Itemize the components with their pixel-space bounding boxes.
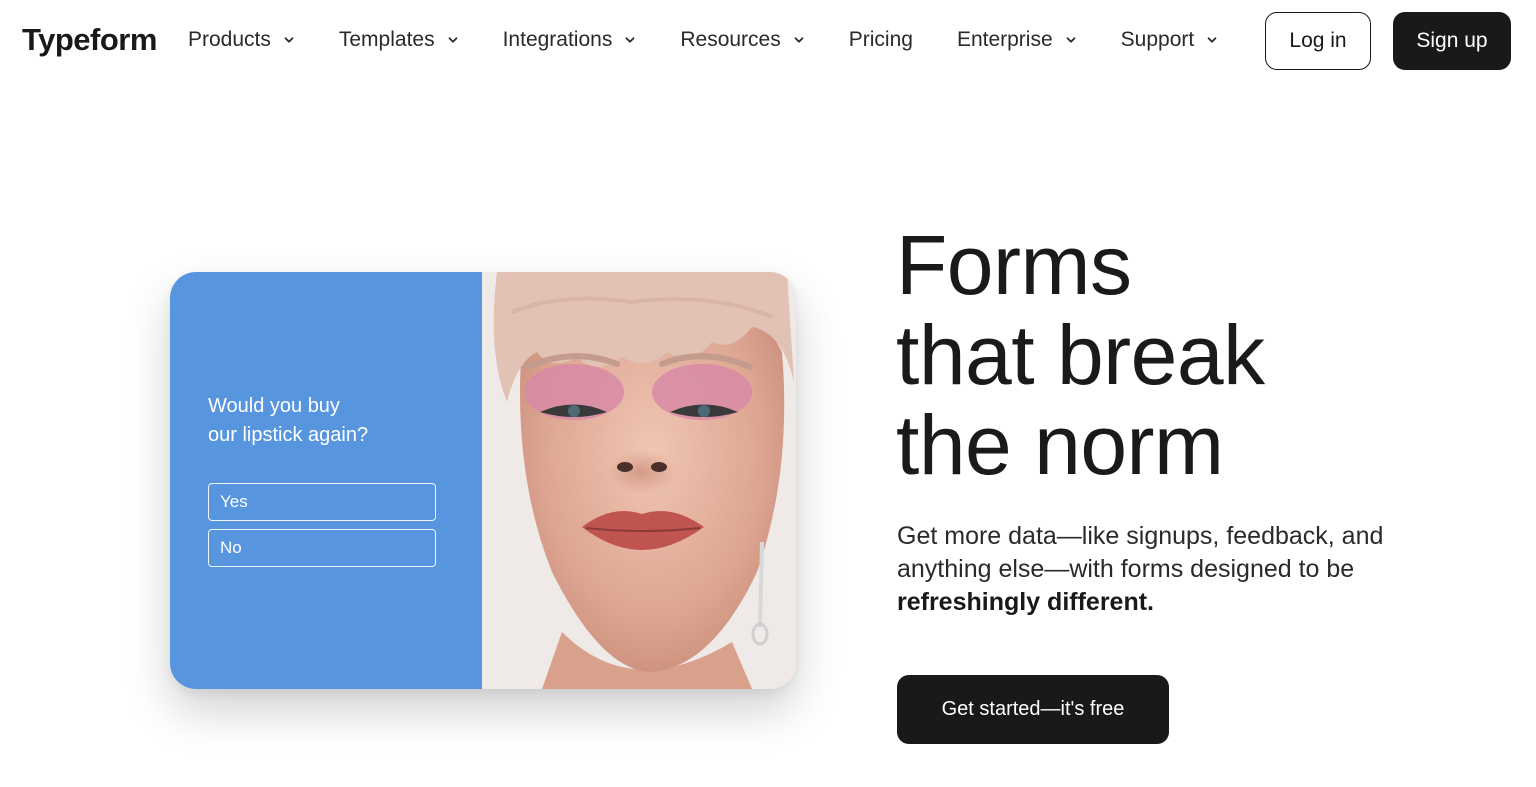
- hero-headline-line: that break: [896, 308, 1265, 402]
- nav-item-pricing[interactable]: Pricing: [849, 22, 913, 58]
- chevron-down-icon: [1065, 34, 1077, 46]
- nav-item-label: Support: [1120, 28, 1195, 51]
- hero-subtext-bold: refreshingly different.: [897, 588, 1154, 616]
- hero-subtext-regular: Get more data—like signups, feedback, an…: [897, 522, 1384, 583]
- hero-headline: Forms that break the norm: [896, 220, 1265, 490]
- form-option-yes[interactable]: Yes: [208, 483, 436, 521]
- nav-item-label: Pricing: [848, 28, 913, 51]
- hero-form-preview-card: Would you buy our lipstick again? Yes No: [170, 272, 796, 689]
- form-question-panel: Would you buy our lipstick again? Yes No: [170, 272, 482, 689]
- nav-item-label: Resources: [680, 28, 781, 51]
- nav-item-label: Products: [188, 28, 271, 51]
- get-started-button[interactable]: Get started—it's free: [897, 675, 1169, 744]
- form-question: Would you buy our lipstick again?: [208, 392, 448, 450]
- model-portrait-image: [482, 272, 796, 689]
- hero-subtext: Get more data—like signups, feedback, an…: [897, 520, 1457, 619]
- chevron-down-icon: [283, 34, 295, 46]
- hero-headline-line: Forms: [896, 218, 1132, 312]
- chevron-down-icon: [793, 34, 805, 46]
- main-menu: Products Templates Integrations Resource…: [188, 22, 1218, 58]
- hero-headline-line: the norm: [896, 398, 1224, 492]
- nav-item-label: Integrations: [502, 28, 613, 51]
- form-question-line: our lipstick again?: [208, 424, 369, 446]
- nav-item-enterprise[interactable]: Enterprise: [957, 22, 1077, 58]
- portrait-illustration: [482, 272, 796, 689]
- typeform-logo[interactable]: Typeform: [22, 20, 157, 60]
- nav-item-templates[interactable]: Templates: [339, 22, 459, 58]
- chevron-down-icon: [1206, 34, 1218, 46]
- nav-item-products[interactable]: Products: [188, 22, 295, 58]
- form-option-no[interactable]: No: [208, 529, 436, 567]
- nav-item-label: Templates: [338, 28, 435, 51]
- chevron-down-icon: [447, 34, 459, 46]
- chevron-down-icon: [624, 34, 636, 46]
- top-nav: Typeform Products Templates Integrations…: [0, 0, 1536, 80]
- nav-item-integrations[interactable]: Integrations: [503, 22, 637, 58]
- nav-item-support[interactable]: Support: [1121, 22, 1219, 58]
- nav-item-resources[interactable]: Resources: [680, 22, 804, 58]
- signup-button[interactable]: Sign up: [1393, 12, 1511, 70]
- form-question-line: Would you buy: [208, 395, 340, 417]
- login-button[interactable]: Log in: [1265, 12, 1371, 70]
- nav-item-label: Enterprise: [956, 28, 1053, 51]
